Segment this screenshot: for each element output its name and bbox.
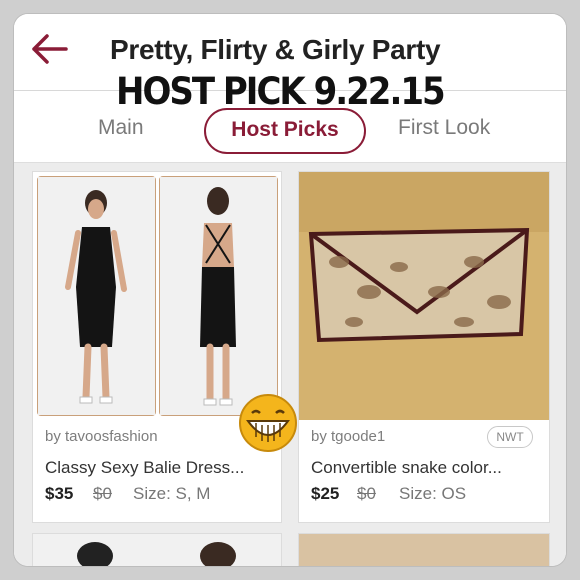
tab-main[interactable]: Main xyxy=(98,116,144,140)
listing-card[interactable]: by tavoosfashion Classy Sexy Balie Dress… xyxy=(32,171,282,523)
snake-clutch-image xyxy=(299,172,549,420)
grinning-face-icon xyxy=(239,394,297,452)
listing-price: $35 xyxy=(45,484,74,503)
listing-feed: by tavoosfashion Classy Sexy Balie Dress… xyxy=(14,162,566,566)
seller-name[interactable]: by tgoode1 xyxy=(311,428,385,445)
listing-price: $25 xyxy=(311,484,340,503)
page-title: Pretty, Flirty & Girly Party xyxy=(110,34,441,65)
tab-first-look[interactable]: First Look xyxy=(398,116,490,140)
dress-back-image xyxy=(160,177,277,415)
listing-photo-front[interactable] xyxy=(37,176,156,416)
listing-photo-back[interactable] xyxy=(159,176,278,416)
listing-title[interactable]: Classy Sexy Balie Dress... xyxy=(45,458,244,478)
listing-size: Size: OS xyxy=(399,484,467,503)
seller-name[interactable]: by tavoosfashion xyxy=(45,428,158,445)
listing-card-partial[interactable] xyxy=(32,533,282,566)
back-arrow-icon[interactable] xyxy=(30,32,70,66)
listing-card[interactable]: by tgoode1 NWT Convertible snake color..… xyxy=(298,171,550,523)
tab-host-picks[interactable]: Host Picks xyxy=(204,108,366,154)
listing-card-partial[interactable] xyxy=(298,533,550,566)
tab-bar: Main Host Picks First Look xyxy=(14,108,566,158)
listing-title[interactable]: Convertible snake color... xyxy=(311,458,502,478)
listing-photo[interactable] xyxy=(299,172,549,420)
dress-front-image xyxy=(38,177,155,415)
listing-original-price: $0 xyxy=(357,484,376,503)
listing-photo-partial xyxy=(33,534,281,566)
app-frame: Pretty, Flirty & Girly Party HOST PICK 9… xyxy=(14,14,566,566)
nwt-badge: NWT xyxy=(487,426,533,448)
listing-original-price: $0 xyxy=(93,484,112,503)
listing-size: Size: S, M xyxy=(133,484,211,503)
